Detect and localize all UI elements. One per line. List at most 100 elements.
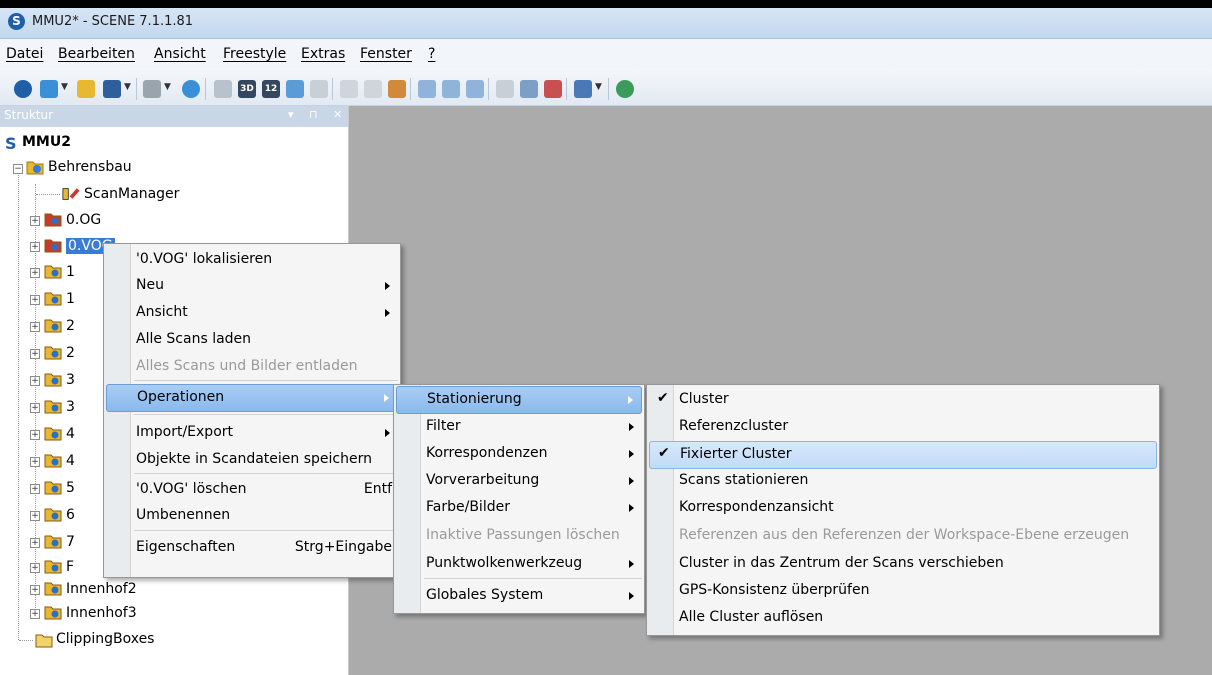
menu-item[interactable]: Globales System — [396, 583, 642, 609]
panel-controls[interactable]: ▾ ⊓ ✕ — [288, 108, 348, 121]
menu-item[interactable]: Farbe/Bilder — [396, 495, 642, 521]
menu-bearbeiten[interactable]: Bearbeiten — [58, 46, 135, 62]
tree-item[interactable]: Innenhof2 — [66, 581, 137, 597]
globe-icon[interactable] — [616, 80, 634, 98]
dropdown-arrow-icon[interactable]: ▼ — [595, 82, 602, 92]
clipping-folder-icon — [35, 634, 53, 648]
tree-item[interactable]: 3 — [66, 399, 75, 415]
menu-datei[interactable]: Datei — [6, 46, 43, 62]
expand-icon[interactable]: + — [30, 538, 40, 548]
expand-icon[interactable]: + — [30, 511, 40, 521]
tree-item[interactable]: 4 — [66, 426, 75, 442]
expand-icon[interactable]: + — [30, 585, 40, 595]
scan-folder-icon — [44, 508, 62, 522]
collapse-icon[interactable]: − — [13, 164, 23, 174]
help-icon[interactable] — [182, 80, 200, 98]
scene-logo-icon[interactable] — [14, 80, 32, 98]
cluster-add-icon[interactable] — [520, 80, 538, 98]
menu-item[interactable]: Alle Scans laden — [106, 327, 398, 353]
menu-freestyle[interactable]: Freestyle — [223, 46, 286, 62]
dropdown-arrow-icon[interactable]: ▼ — [164, 82, 171, 92]
open-icon[interactable] — [77, 80, 95, 98]
expand-icon[interactable]: + — [30, 322, 40, 332]
tree-item[interactable]: 2 — [66, 345, 75, 361]
paste-icon[interactable] — [364, 80, 382, 98]
menu-help[interactable]: ? — [428, 46, 435, 62]
image-icon[interactable] — [574, 80, 592, 98]
3d-view-icon[interactable]: 3D — [238, 80, 256, 98]
save-icon[interactable] — [103, 80, 121, 98]
tree-item[interactable]: 1 — [66, 291, 75, 307]
tree-item-scanmanager[interactable]: ScanManager — [84, 186, 179, 202]
menu-item[interactable]: Import/Export — [106, 420, 398, 446]
expand-icon[interactable]: + — [30, 457, 40, 467]
scan-folder-icon — [44, 346, 62, 360]
home-icon[interactable] — [286, 80, 304, 98]
menu-extras[interactable]: Extras — [301, 46, 345, 62]
tree-item[interactable]: 1 — [66, 264, 75, 280]
expand-icon[interactable]: + — [30, 484, 40, 494]
menu-item[interactable]: Ansicht — [106, 300, 398, 326]
view-icon[interactable] — [214, 80, 232, 98]
tree-item[interactable]: 0.OG — [66, 212, 101, 228]
quick-view-icon[interactable]: 12 — [262, 80, 280, 98]
submenu-arrow-icon — [629, 450, 634, 458]
menu-item[interactable]: Umbenennen — [106, 503, 398, 529]
menu-item[interactable]: GPS-Konsistenz überprüfen — [649, 578, 1157, 604]
expand-icon[interactable]: + — [30, 376, 40, 386]
dropdown-arrow-icon[interactable]: ▼ — [124, 82, 131, 92]
menu-item[interactable]: ✔ Cluster — [649, 387, 1157, 413]
tree-item[interactable]: 6 — [66, 507, 75, 523]
report-icon[interactable] — [466, 80, 484, 98]
menu-item[interactable]: Objekte in Scandateien speichern — [106, 447, 398, 473]
tree-item[interactable]: 4 — [66, 453, 75, 469]
expand-icon[interactable]: + — [30, 403, 40, 413]
cluster-icon[interactable] — [496, 80, 514, 98]
expand-icon[interactable]: + — [30, 268, 40, 278]
copy-icon[interactable] — [340, 80, 358, 98]
menu-item[interactable]: Vorverarbeitung — [396, 468, 642, 494]
new-project-icon[interactable] — [40, 80, 58, 98]
menu-item[interactable]: Neu — [106, 273, 398, 299]
tree-item-behrensbau[interactable]: Behrensbau — [48, 159, 132, 175]
print-icon[interactable] — [143, 80, 161, 98]
tree-item[interactable]: 3 — [66, 372, 75, 388]
menu-fenster[interactable]: Fenster — [360, 46, 412, 62]
menu-ansicht[interactable]: Ansicht — [154, 46, 206, 62]
expand-icon[interactable]: + — [30, 242, 40, 252]
menu-item[interactable]: Eigenschaften Strg+Eingabe — [106, 535, 398, 561]
menu-item[interactable]: ✔ Fixierter Cluster — [649, 441, 1157, 469]
menu-item[interactable]: '0.VOG' löschen Entf — [106, 477, 398, 503]
menu-item[interactable]: Punktwolkenwerkzeug — [396, 551, 642, 577]
import-icon[interactable] — [388, 80, 406, 98]
expand-icon[interactable]: + — [30, 295, 40, 305]
menu-item-label: Referenzcluster — [679, 418, 789, 434]
list-view-icon[interactable] — [310, 80, 328, 98]
tree-item-clippingboxes[interactable]: ClippingBoxes — [56, 631, 154, 647]
menu-item[interactable]: Scans stationieren — [649, 468, 1157, 494]
tree-item[interactable]: F — [66, 559, 74, 575]
document-icon[interactable] — [442, 80, 460, 98]
menu-item[interactable]: Stationierung — [396, 386, 642, 414]
menu-item[interactable]: Cluster in das Zentrum der Scans verschi… — [649, 551, 1157, 577]
menu-item[interactable]: Alle Cluster auflösen — [649, 605, 1157, 631]
tree-item[interactable]: 2 — [66, 318, 75, 334]
tree-root[interactable]: MMU2 — [22, 134, 71, 150]
menu-item[interactable]: Korrespondenzansicht — [649, 495, 1157, 521]
tree-item[interactable]: 7 — [66, 534, 75, 550]
tree-item[interactable]: Innenhof3 — [66, 605, 137, 621]
calendar-icon[interactable] — [418, 80, 436, 98]
expand-icon[interactable]: + — [30, 349, 40, 359]
cluster-remove-icon[interactable] — [544, 80, 562, 98]
expand-icon[interactable]: + — [30, 563, 40, 573]
expand-icon[interactable]: + — [30, 609, 40, 619]
dropdown-arrow-icon[interactable]: ▼ — [61, 82, 68, 92]
menu-item[interactable]: Referenzcluster — [649, 414, 1157, 440]
tree-item[interactable]: 5 — [66, 480, 75, 496]
menu-item[interactable]: Filter — [396, 414, 642, 440]
expand-icon[interactable]: + — [30, 430, 40, 440]
menu-item[interactable]: Korrespondenzen — [396, 441, 642, 467]
menu-item[interactable]: '0.VOG' lokalisieren — [106, 247, 398, 273]
expand-icon[interactable]: + — [30, 216, 40, 226]
menu-item[interactable]: Operationen — [106, 384, 398, 412]
